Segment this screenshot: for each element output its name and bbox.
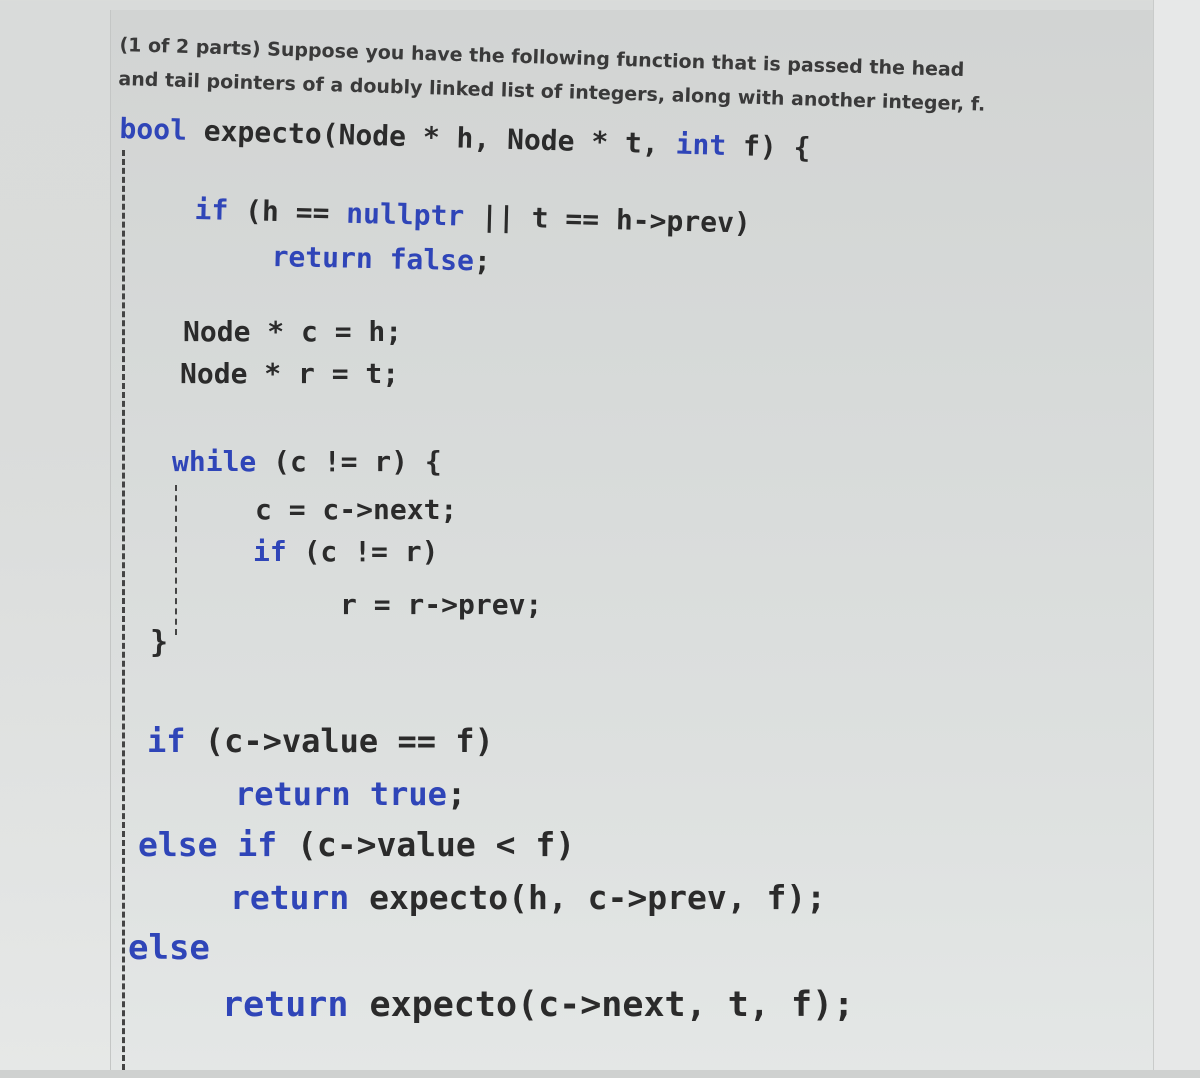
page-bottom-edge xyxy=(0,1070,1200,1078)
code-decl-r: Node * r = t; xyxy=(180,357,400,390)
code-guard-return: return false; xyxy=(271,240,492,278)
indent-guide-while xyxy=(175,485,177,635)
code-retreat-r: r = r->prev; xyxy=(340,588,543,621)
code-return-right: return expecto(c->next, t, f); xyxy=(222,985,855,1025)
code-else-if: else if (c->value < f) xyxy=(138,825,576,864)
indent-guide-function xyxy=(122,150,125,1070)
code-while: while (c != r) { xyxy=(172,445,442,478)
code-advance-c: c = c->next; xyxy=(255,493,458,526)
code-close-brace: } xyxy=(150,625,169,660)
code-else: else xyxy=(128,928,210,968)
code-inner-if: if (c != r) xyxy=(253,535,439,568)
code-return-true: return true; xyxy=(235,775,467,813)
code-block: bool expecto(Node * h, Node * t, int f) … xyxy=(0,0,854,1025)
keyword-int: int xyxy=(675,127,727,162)
keyword-bool: bool xyxy=(119,112,188,147)
page-edge xyxy=(1153,0,1200,1078)
code-return-left: return expecto(h, c->prev, f); xyxy=(230,878,827,917)
code-decl-c: Node * c = h; xyxy=(183,315,403,348)
code-check-if: if (c->value == f) xyxy=(147,722,494,760)
